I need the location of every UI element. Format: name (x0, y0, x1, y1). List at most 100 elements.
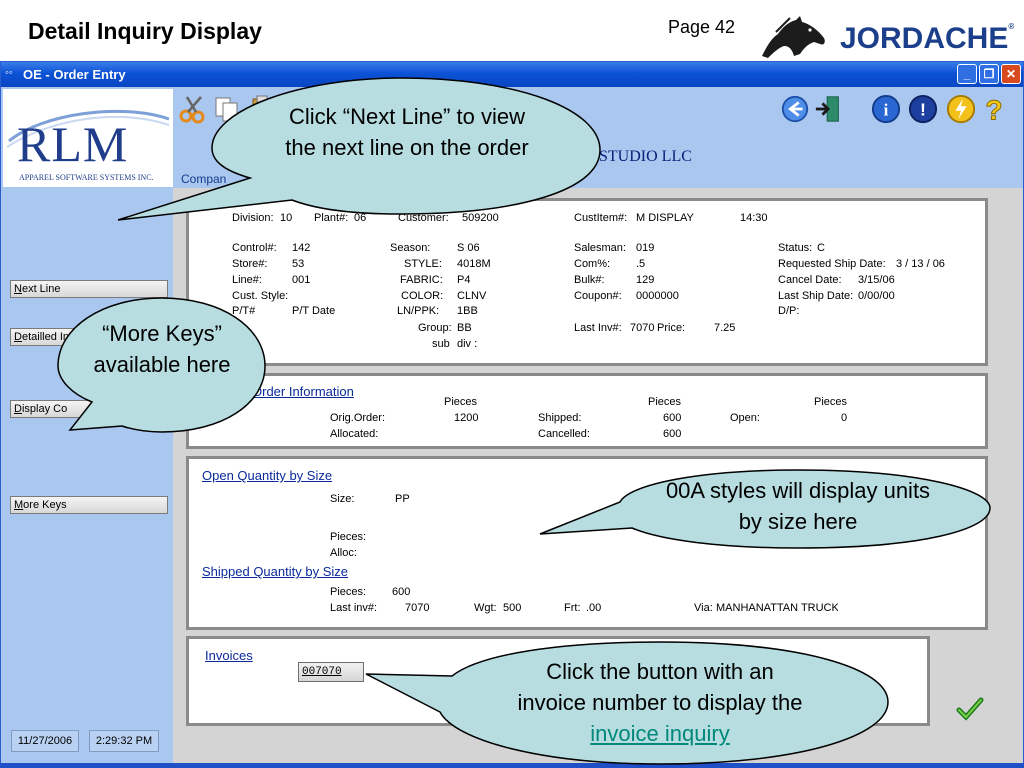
season-label: Season: (390, 242, 431, 254)
status-label: Status: (778, 242, 813, 254)
last-ship-label: Last Ship Date: (778, 290, 854, 302)
info-icon[interactable]: i (870, 94, 902, 124)
shipped-pieces-value: 600 (392, 586, 411, 598)
control-label: Control#: (232, 242, 277, 254)
cancel-date-value: 3/15/06 (858, 274, 895, 286)
shipped-pieces-label: Pieces: (330, 586, 367, 598)
frt-value: .00 (586, 602, 602, 614)
back-arrow-icon[interactable] (779, 94, 811, 124)
brand-logo: JORDACHE® (754, 12, 1020, 62)
horse-logo-icon (762, 16, 825, 58)
cancel-date-label: Cancel Date: (778, 274, 842, 286)
color-label: COLOR: (401, 290, 444, 302)
left-sidebar: RLM APPAREL SOFTWARE SYSTEMS INC. Next L… (1, 88, 173, 766)
window-title: OE - Order Entry (23, 67, 126, 82)
last-ship-value: 0/00/00 (858, 290, 895, 302)
plant-value: 06 (354, 212, 367, 224)
salesman-label: Salesman: (574, 242, 626, 254)
lastinv-label: Last Inv#: (574, 322, 622, 334)
checkmark-icon[interactable] (956, 696, 984, 722)
size-label: Size: (330, 493, 355, 505)
pieces-header-3: Pieces (814, 396, 848, 408)
close-button[interactable]: ✕ (1001, 64, 1021, 84)
req-ship-value: 3 / 13 / 06 (896, 258, 945, 270)
pieces-header-2: Pieces (648, 396, 682, 408)
wgt-label: Wgt: (474, 602, 497, 614)
shipped-value: 600 (663, 412, 682, 424)
cancelled-label: Cancelled: (538, 428, 590, 440)
open-quantity-link[interactable]: Open Quantity by Size (202, 468, 332, 483)
restore-button[interactable]: ❐ (979, 64, 999, 84)
custitem-label: CustItem#: (574, 212, 628, 224)
store-label: Store#: (232, 258, 268, 270)
via-value: MANHANATTAN TRUCK (716, 602, 838, 614)
coupon-value: 0000000 (636, 290, 679, 302)
bulk-label: Bulk#: (574, 274, 605, 286)
order-information-link[interactable]: Order Information (252, 384, 354, 399)
open-pieces-label: Pieces: (330, 531, 367, 543)
scissors-icon[interactable] (179, 94, 207, 124)
line-value: 001 (292, 274, 311, 286)
minimize-button[interactable]: _ (957, 64, 977, 84)
open-value: 0 (841, 412, 848, 424)
price-value: 7.25 (714, 322, 736, 334)
custitem-value: M DISPLAY (636, 212, 694, 224)
division-value: 10 (280, 212, 293, 224)
lastinv-value: 7070 (630, 322, 655, 334)
custitem-time: 14:30 (740, 212, 768, 224)
pt-date-label: P/T Date (292, 305, 336, 317)
price-label: Price: (657, 322, 686, 334)
group-value: BB (457, 322, 472, 334)
pieces-header-1: Pieces (444, 396, 478, 408)
exit-door-icon[interactable] (813, 94, 845, 124)
callout-invoice-prefix: Click the button with an invoice number … (517, 659, 803, 715)
cust-style-label: Cust. Style: (232, 290, 289, 302)
invoices-heading[interactable]: Invoices (205, 648, 253, 663)
open-alloc-label: Alloc: (330, 547, 357, 559)
season-value: S 06 (457, 242, 480, 254)
app-icon: ◦◦ (5, 67, 13, 79)
callout-next-line-text: Click “Next Line” to view the next line … (285, 104, 529, 160)
paste-icon[interactable] (251, 94, 273, 124)
page-number: Page 42 (668, 17, 736, 37)
invoice-007070-button[interactable]: 007070 (298, 662, 364, 682)
lnppk-label: LN/PPK: (397, 305, 440, 317)
svg-text:i: i (884, 101, 889, 120)
shipped-lastinv-value: 7070 (405, 602, 430, 614)
via-label: Via: (694, 602, 713, 614)
subdiv-value: div : (457, 338, 478, 350)
req-ship-label: Requested Ship Date: (778, 258, 886, 270)
bulk-value: 129 (636, 274, 655, 286)
company-name: STUDIO LLC (599, 148, 692, 165)
alert-icon[interactable]: ! (907, 94, 939, 124)
callout-more-keys-text: “More Keys” available here (93, 321, 231, 377)
subdiv-label: sub (432, 338, 450, 350)
dp-label: D/P: (778, 305, 800, 317)
shipped-lastinv-label: Last inv#: (330, 602, 378, 614)
size-value: PP (395, 493, 410, 505)
invoice-inquiry-link[interactable]: invoice inquiry (590, 721, 729, 746)
window-titlebar[interactable]: ◦◦ OE - Order Entry _ ❐ ✕ (1, 62, 1023, 87)
fabric-label: FABRIC: (400, 274, 443, 286)
more-keys-button[interactable]: More Keys (10, 496, 168, 514)
customer-label: Customer: (398, 212, 449, 224)
window-bottom-border (0, 763, 1024, 768)
style-label: STYLE: (404, 258, 442, 270)
svg-text:?: ? (985, 94, 1002, 124)
help-icon[interactable]: ? (981, 94, 1007, 124)
style-value: 4018M (457, 258, 491, 270)
shipped-quantity-link[interactable]: Shipped Quantity by Size (202, 564, 348, 579)
pt-label: P/T# (232, 305, 256, 317)
next-line-button[interactable]: Next Line (10, 280, 168, 298)
frt-label: Frt: (564, 602, 581, 614)
display-button[interactable]: Display Co (10, 400, 168, 418)
copy-icon[interactable] (213, 94, 241, 124)
lightning-icon[interactable] (945, 94, 977, 124)
status-date: 11/27/2006 (11, 730, 79, 752)
fabric-value: P4 (457, 274, 471, 286)
division-label: Division: (232, 212, 274, 224)
group-label: Group: (418, 322, 452, 334)
line-label: Line#: (232, 274, 262, 286)
company-label: Compan (181, 172, 227, 186)
brand-name: JORDACHE® (840, 22, 1015, 55)
